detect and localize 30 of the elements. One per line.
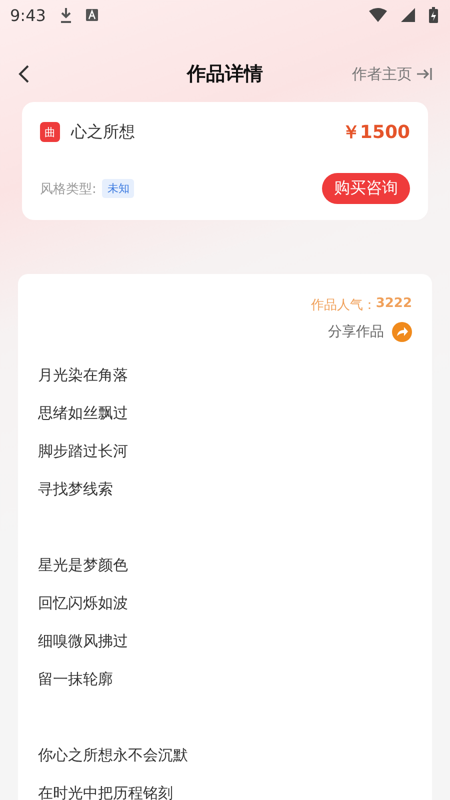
- lyric-line: 你心之所想永不会沉默: [38, 745, 189, 766]
- share-icon: [392, 322, 412, 342]
- status-time: 9:43: [10, 6, 46, 24]
- popularity-value: 3222: [376, 296, 412, 313]
- lyric-line: 星光是梦颜色: [38, 555, 129, 576]
- lyric-line: 留一抹轮廓: [38, 669, 114, 690]
- buy-inquiry-button[interactable]: 购买咨询: [322, 173, 410, 204]
- download-icon: [60, 7, 72, 23]
- signal-icon: [401, 8, 415, 22]
- page-title: 作品详情: [187, 63, 263, 85]
- arrow-to-bar-icon: [416, 67, 432, 81]
- share-button[interactable]: 分享作品: [328, 322, 412, 342]
- battery-icon: [429, 7, 438, 23]
- work-title: 心之所想: [71, 122, 135, 142]
- lyric-line: 脚步踏过长河: [38, 441, 129, 462]
- lyric-line: 月光染在角落: [38, 365, 129, 386]
- lyric-line: 回忆闪烁如波: [38, 593, 129, 614]
- style-tag: 未知: [102, 179, 134, 198]
- author-page-link[interactable]: 作者主页: [352, 64, 432, 84]
- wifi-icon: [369, 8, 387, 22]
- style-label: 风格类型:: [40, 180, 96, 198]
- lyric-line: 在时光中把历程铭刻: [38, 783, 174, 800]
- song-badge: 曲: [40, 122, 60, 142]
- back-icon[interactable]: [18, 64, 30, 84]
- lyric-line: 寻找梦线索: [38, 479, 114, 500]
- price: ￥1500: [342, 121, 410, 144]
- lyric-line: 思绪如丝飘过: [38, 403, 129, 424]
- popularity-label: 作品人气：: [310, 297, 376, 314]
- lyric-line: 细嗅微风拂过: [38, 631, 129, 652]
- keyboard-app-icon: [86, 9, 98, 21]
